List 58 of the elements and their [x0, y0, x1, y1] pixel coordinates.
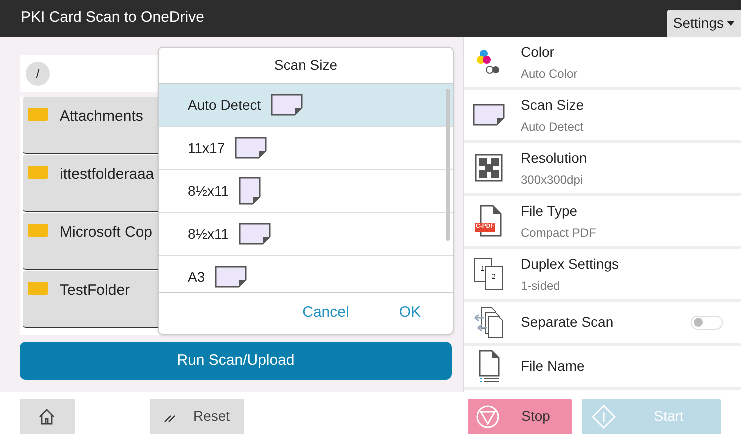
size-option[interactable]: 11x17 — [159, 127, 453, 170]
size-option[interactable]: 8½x11 — [159, 213, 453, 256]
reset-button[interactable]: Reset — [150, 399, 244, 434]
setting-value: Auto Detect — [521, 118, 584, 136]
color-dots-icon — [476, 49, 502, 75]
folder-icon — [28, 108, 48, 121]
setting-title: Separate Scan — [521, 313, 615, 332]
setting-title: Scan Size — [521, 96, 584, 114]
setting-item[interactable]: Color Auto Color — [464, 37, 741, 90]
folder-name: Attachments — [60, 107, 144, 127]
setting-title: Resolution — [521, 148, 588, 168]
option-label: Auto Detect — [188, 96, 262, 114]
folder-name: TestFolder — [60, 281, 130, 301]
paper-icon — [235, 137, 268, 159]
setting-value: Compact PDF — [521, 224, 596, 242]
toggle-switch[interactable] — [691, 316, 723, 330]
setting-item[interactable]: Scan Size Auto Detect — [464, 90, 741, 143]
setting-value: 300x300dpi — [521, 172, 584, 188]
folder-name: ittestfolderaaa — [60, 165, 154, 185]
checkered-square-icon — [475, 154, 503, 182]
paper-icon — [239, 223, 271, 245]
paper-icon — [239, 177, 261, 205]
setting-value: 1-sided — [521, 278, 562, 294]
size-option[interactable]: 8½x11 — [159, 170, 453, 213]
option-label: A3 — [188, 268, 206, 286]
settings-menu-button[interactable]: Settings — [667, 10, 741, 38]
path-root-button[interactable]: / — [26, 62, 50, 86]
caret-icon — [727, 21, 735, 26]
paper-icon — [215, 266, 248, 288]
setting-value: Auto Color — [521, 66, 578, 82]
folder-name: Microsoft Cop — [60, 223, 153, 243]
folder-icon — [28, 166, 48, 179]
document-lines-icon — [477, 350, 501, 384]
setting-item[interactable]: Resolution 300x300dpi — [464, 143, 741, 196]
paper-icon — [473, 104, 505, 126]
stop-button[interactable]: Stop — [468, 399, 572, 434]
setting-title: Duplex Settings — [521, 254, 620, 274]
setting-title: File Name — [521, 357, 585, 376]
option-label: 11x17 — [188, 138, 226, 158]
size-option[interactable]: A3 — [159, 256, 453, 292]
home-icon — [38, 408, 56, 426]
option-label: 8½x11 — [188, 182, 229, 200]
ok-button[interactable]: OK — [399, 302, 421, 325]
size-option[interactable]: Auto Detect — [159, 84, 453, 127]
setting-item[interactable]: Separate Scan — [464, 302, 741, 346]
cancel-button[interactable]: Cancel — [302, 302, 350, 325]
paper-icon — [271, 94, 304, 116]
window-title: PKI Card Scan to OneDrive — [21, 8, 204, 28]
start-icon — [592, 404, 616, 428]
option-label: 8½x11 — [188, 224, 229, 244]
stacked-pages-icon — [474, 306, 504, 338]
setting-title: File Type — [521, 202, 579, 221]
home-button[interactable] — [20, 399, 75, 434]
stop-icon — [476, 404, 500, 428]
folder-icon — [28, 224, 48, 237]
run-scan-button[interactable]: Run Scan/Upload — [20, 342, 452, 380]
folder-icon — [28, 282, 48, 295]
setting-title: Color — [521, 42, 556, 62]
